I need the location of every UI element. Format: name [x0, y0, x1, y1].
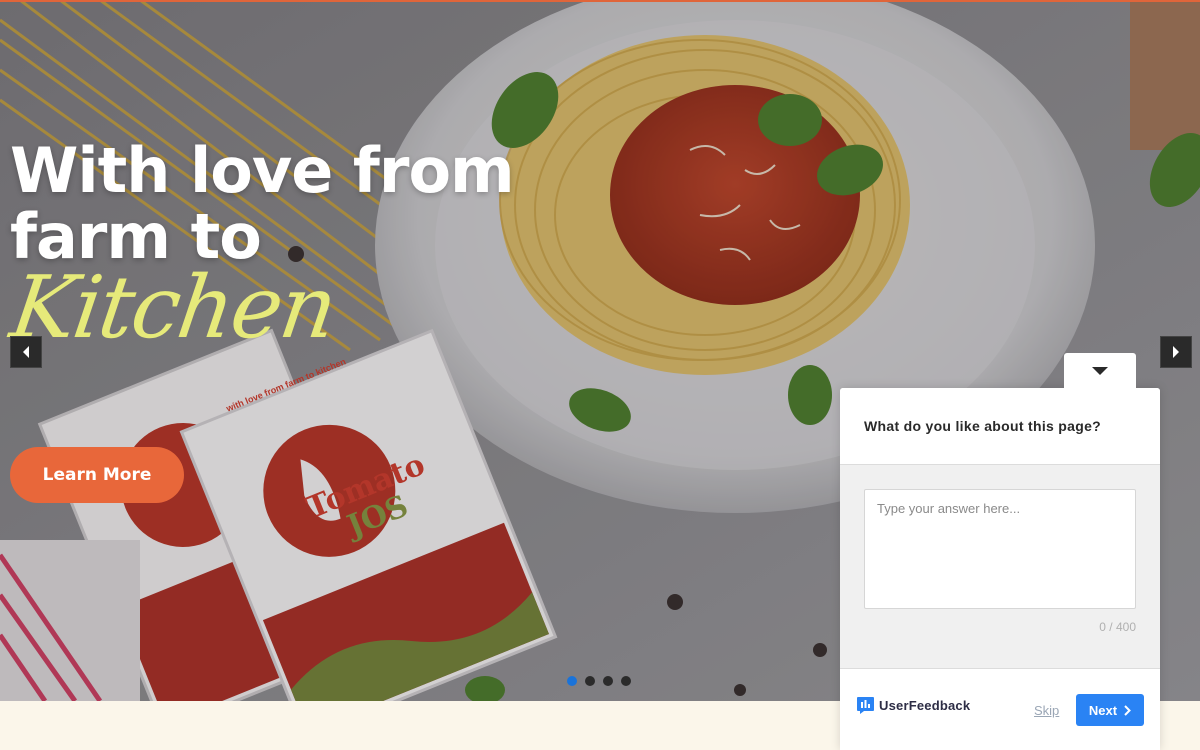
hero-title-line1: With love from — [10, 134, 515, 207]
hero-title: With love from farm to — [10, 134, 515, 270]
slider-dot[interactable] — [603, 676, 613, 686]
learn-more-button[interactable]: Learn More — [10, 447, 184, 503]
slider-dot[interactable] — [621, 676, 631, 686]
caret-left-icon — [23, 346, 29, 358]
slider-dot[interactable] — [567, 676, 577, 686]
slider-prev-button[interactable] — [10, 336, 42, 368]
slider-dots — [567, 676, 631, 686]
feedback-widget: What do you like about this page? 0 / 40… — [840, 388, 1160, 750]
next-button[interactable]: Next — [1076, 694, 1144, 726]
top-accent-bar — [0, 0, 1200, 2]
chevron-right-icon — [1124, 704, 1132, 716]
userfeedback-brand-text: UserFeedback — [879, 698, 971, 713]
feedback-answer-input[interactable] — [864, 489, 1136, 609]
skip-link[interactable]: Skip — [1034, 703, 1059, 718]
feedback-header: What do you like about this page? — [840, 388, 1160, 465]
feedback-footer: UserFeedback Skip Next — [840, 668, 1160, 750]
slider-next-button[interactable] — [1160, 336, 1192, 368]
feedback-body: 0 / 400 — [840, 465, 1160, 669]
chevron-down-icon — [1092, 367, 1108, 375]
next-button-label: Next — [1088, 702, 1118, 718]
feedback-question: What do you like about this page? — [864, 418, 1102, 434]
feedback-collapse-tab[interactable] — [1064, 353, 1136, 389]
userfeedback-brand[interactable]: UserFeedback — [856, 696, 970, 715]
userfeedback-logo-icon — [857, 697, 874, 714]
caret-right-icon — [1173, 346, 1179, 358]
feedback-char-counter: 0 / 400 — [1099, 620, 1136, 634]
slider-dot[interactable] — [585, 676, 595, 686]
hero-script-word: Kitchen — [4, 258, 342, 358]
